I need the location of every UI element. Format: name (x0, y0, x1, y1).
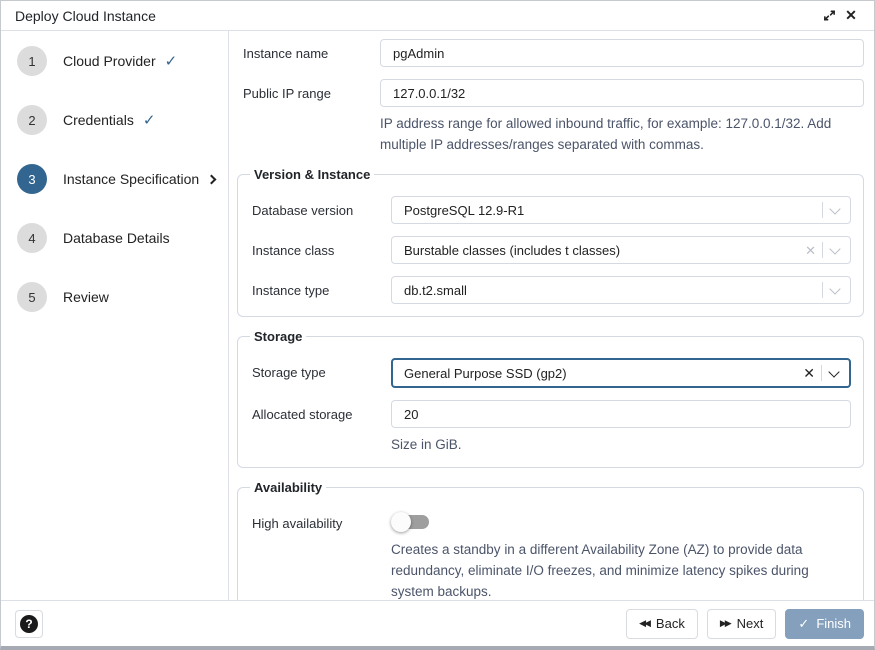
select-separator (822, 282, 823, 298)
wizard-steps-sidebar: 1 Cloud Provider ✓ 2 Credentials ✓ 3 Ins… (1, 31, 229, 600)
allocated-storage-input[interactable] (391, 400, 851, 428)
step-done-check-icon: ✓ (165, 52, 178, 70)
chevron-down-icon[interactable] (829, 283, 840, 294)
chevron-down-icon[interactable] (829, 203, 840, 214)
instance-name-label: Instance name (237, 39, 380, 61)
step-number-badge: 2 (17, 105, 47, 135)
database-version-label: Database version (248, 196, 391, 218)
step-number-badge: 3 (17, 164, 47, 194)
instance-type-label: Instance type (248, 276, 391, 298)
step-database-details[interactable]: 4 Database Details (17, 223, 228, 253)
storage-type-select[interactable]: General Purpose SSD (gp2) ✕ (391, 358, 851, 388)
storage-legend: Storage (250, 329, 306, 344)
step-number-badge: 1 (17, 46, 47, 76)
select-separator (821, 365, 822, 381)
maximize-icon (823, 9, 836, 22)
help-icon: ? (20, 615, 38, 633)
step-label: Review (63, 289, 109, 305)
maximize-button[interactable] (818, 5, 840, 27)
step-label: Credentials (63, 112, 134, 128)
finish-check-icon: ✓ (798, 616, 809, 632)
dialog-footer: ? ◀◀ Back ▶▶ Next ✓ Finish (1, 600, 874, 646)
next-button[interactable]: ▶▶ Next (707, 609, 777, 639)
help-button[interactable]: ? (15, 610, 43, 638)
instance-class-value: Burstable classes (includes t classes) (404, 243, 805, 258)
storage-fieldset: Storage Storage type General Purpose SSD… (237, 329, 864, 468)
finish-button-label: Finish (816, 616, 851, 631)
deploy-cloud-instance-dialog: Deploy Cloud Instance ✕ 1 Cloud Provider… (0, 0, 875, 650)
toggle-knob (391, 512, 411, 532)
high-availability-help-text: Creates a standby in a different Availab… (391, 539, 851, 600)
step-active-chevron-icon (207, 174, 217, 184)
step-instance-specification[interactable]: 3 Instance Specification (17, 164, 228, 194)
storage-type-value: General Purpose SSD (gp2) (404, 366, 803, 381)
select-separator (822, 202, 823, 218)
next-arrows-icon: ▶▶ (720, 618, 730, 629)
step-label: Database Details (63, 230, 170, 246)
instance-name-input[interactable] (380, 39, 864, 67)
close-icon: ✕ (845, 7, 857, 24)
step-done-check-icon: ✓ (143, 111, 156, 129)
select-separator (822, 242, 823, 258)
finish-button[interactable]: ✓ Finish (785, 609, 864, 639)
next-button-label: Next (737, 616, 764, 631)
availability-fieldset: Availability High availability Creates a… (237, 480, 864, 600)
step-label: Instance Specification (63, 171, 199, 187)
instance-class-label: Instance class (248, 236, 391, 258)
clear-icon[interactable]: ✕ (803, 366, 815, 380)
step-number-badge: 4 (17, 223, 47, 253)
public-ip-range-input[interactable] (380, 79, 864, 107)
database-version-select[interactable]: PostgreSQL 12.9-R1 (391, 196, 851, 224)
dialog-body: 1 Cloud Provider ✓ 2 Credentials ✓ 3 Ins… (1, 31, 874, 600)
instance-type-select[interactable]: db.t2.small (391, 276, 851, 304)
allocated-storage-label: Allocated storage (248, 400, 391, 422)
instance-class-select[interactable]: Burstable classes (includes t classes) ✕ (391, 236, 851, 264)
database-version-value: PostgreSQL 12.9-R1 (404, 203, 822, 218)
dialog-titlebar: Deploy Cloud Instance ✕ (1, 1, 874, 31)
chevron-down-icon[interactable] (828, 366, 839, 377)
back-button[interactable]: ◀◀ Back (626, 609, 698, 639)
availability-legend: Availability (250, 480, 326, 495)
public-ip-range-label: Public IP range (237, 79, 380, 101)
clear-icon[interactable]: ✕ (805, 244, 816, 257)
chevron-down-icon[interactable] (829, 243, 840, 254)
high-availability-toggle[interactable] (391, 511, 433, 533)
step-cloud-provider[interactable]: 1 Cloud Provider ✓ (17, 46, 228, 76)
step-review[interactable]: 5 Review (17, 282, 228, 312)
back-arrows-icon: ◀◀ (639, 618, 649, 629)
storage-type-label: Storage type (248, 358, 391, 380)
allocated-storage-help-text: Size in GiB. (391, 434, 851, 455)
step-credentials[interactable]: 2 Credentials ✓ (17, 105, 228, 135)
public-ip-range-help-text: IP address range for allowed inbound tra… (380, 113, 858, 155)
version-instance-fieldset: Version & Instance Database version Post… (237, 167, 864, 317)
step-number-badge: 5 (17, 282, 47, 312)
back-button-label: Back (656, 616, 685, 631)
step-label: Cloud Provider (63, 53, 156, 69)
instance-specification-form: Instance name Public IP range IP address… (229, 31, 874, 600)
close-button[interactable]: ✕ (840, 5, 862, 27)
high-availability-label: High availability (248, 509, 391, 531)
instance-type-value: db.t2.small (404, 283, 822, 298)
dialog-title: Deploy Cloud Instance (15, 8, 156, 24)
version-instance-legend: Version & Instance (250, 167, 374, 182)
